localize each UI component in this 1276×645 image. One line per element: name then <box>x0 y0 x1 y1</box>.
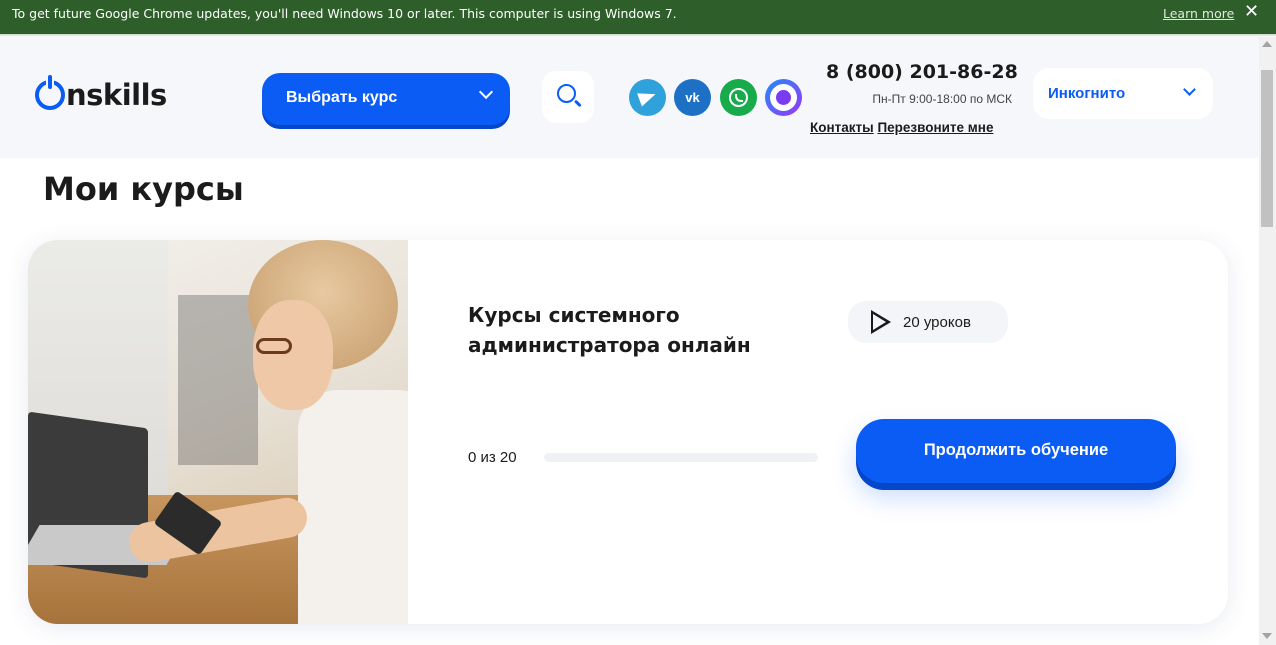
whatsapp-ring-glyph <box>729 88 748 107</box>
photo-shirt <box>298 390 408 624</box>
choose-course-label: Выбрать курс <box>286 89 398 106</box>
telegram-plane-glyph <box>637 87 658 107</box>
continue-learning-button[interactable]: Продолжить обучение <box>856 419 1176 483</box>
scroll-up-arrow[interactable] <box>1262 41 1272 47</box>
search-button[interactable] <box>542 71 594 123</box>
chevron-down-icon <box>1183 83 1196 96</box>
choose-course-button[interactable]: Выбрать курс <box>262 73 510 125</box>
logo-text: nskills <box>66 78 167 112</box>
search-icon <box>557 84 576 103</box>
header-links: Контакты Перезвоните мне <box>810 120 993 135</box>
progress-text: 0 из 20 <box>468 449 517 466</box>
course-card: Курсы системного администратора онлайн 2… <box>28 240 1228 624</box>
chevron-down-icon <box>478 84 494 100</box>
photo-glasses <box>256 338 292 354</box>
scroll-thumb[interactable] <box>1261 70 1273 227</box>
user-menu-button[interactable]: Инкогнито <box>1033 68 1213 119</box>
user-name: Инкогнито <box>1048 85 1126 102</box>
course-title: Курсы системного администратора онлайн <box>468 303 751 357</box>
max-messenger-glyph <box>770 84 797 111</box>
power-logo-icon <box>35 75 65 110</box>
callback-link[interactable]: Перезвоните мне <box>877 120 993 135</box>
scroll-down-arrow[interactable] <box>1262 633 1272 639</box>
infobar-message: To get future Google Chrome updates, you… <box>12 6 677 21</box>
play-icon <box>871 310 891 334</box>
site-header: nskills Выбрать курс vk 8 (800) 201-86-2… <box>0 37 1259 158</box>
lessons-count: 20 уроков <box>903 314 971 331</box>
site-logo[interactable]: nskills <box>35 75 167 113</box>
max-messenger-icon[interactable] <box>765 79 802 116</box>
contacts-link[interactable]: Контакты <box>810 120 874 135</box>
page-title: Мои курсы <box>43 170 244 208</box>
scrollbar[interactable] <box>1259 37 1276 645</box>
close-icon[interactable]: ✕ <box>1244 2 1259 22</box>
whatsapp-icon[interactable] <box>720 79 757 116</box>
photo-face <box>253 300 333 410</box>
course-image <box>28 240 408 624</box>
photo-glass <box>178 295 258 465</box>
telegram-icon[interactable] <box>629 79 666 116</box>
chrome-update-infobar: To get future Google Chrome updates, you… <box>0 0 1276 34</box>
phone-number[interactable]: 8 (800) 201-86-28 <box>826 61 1018 83</box>
working-hours: Пн-Пт 9:00-18:00 по МСК <box>872 92 1012 106</box>
progress-bar <box>544 453 818 462</box>
learn-more-link[interactable]: Learn more <box>1163 6 1234 21</box>
vk-icon[interactable]: vk <box>674 79 711 116</box>
search-icon-handle <box>574 99 582 107</box>
lessons-badge: 20 уроков <box>848 301 1008 343</box>
